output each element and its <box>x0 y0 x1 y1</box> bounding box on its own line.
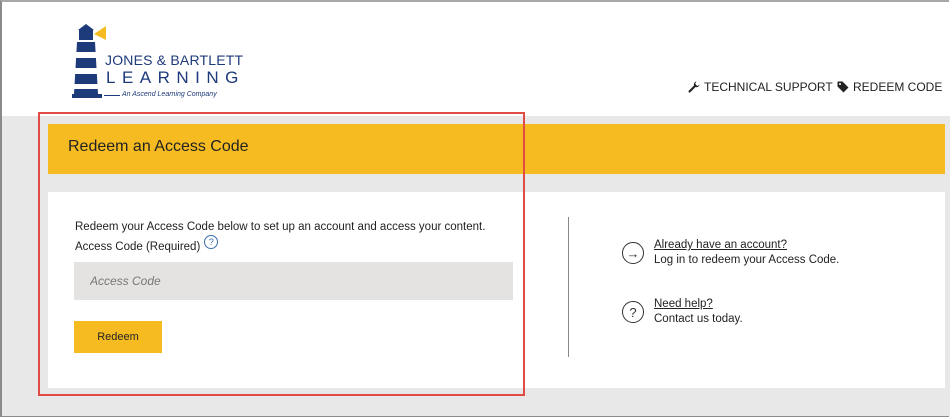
question-circle-icon: ? <box>622 301 644 323</box>
nav-support-label: TECHNICAL SUPPORT <box>704 80 833 94</box>
nav-redeem-code[interactable]: REDEEM CODE <box>837 80 942 94</box>
nav-redeem-label: REDEEM CODE <box>853 80 943 94</box>
tagline-rule <box>104 95 120 96</box>
nav-technical-support[interactable]: TECHNICAL SUPPORT <box>688 80 833 94</box>
need-help-row: ? Need help? Contact us today. <box>622 297 743 327</box>
wrench-icon <box>688 81 700 93</box>
highlight-annotation-box <box>38 112 525 396</box>
arrow-right-circle-icon: → <box>622 242 644 264</box>
account-description: Log in to redeem your Access Code. <box>654 254 840 266</box>
tag-icon <box>837 81 849 93</box>
existing-account-row: → Already have an account? Log in to red… <box>622 238 839 268</box>
brand-tagline: An Ascend Learning Company <box>122 91 217 98</box>
need-help-link[interactable]: Need help? <box>654 298 713 310</box>
brand-line2: LEARNING <box>106 68 245 87</box>
already-have-account-link[interactable]: Already have an account? <box>654 239 787 251</box>
brand-line1: JONES & BARTLETT <box>105 52 244 68</box>
vertical-divider <box>568 217 569 357</box>
help-description: Contact us today. <box>654 313 743 325</box>
